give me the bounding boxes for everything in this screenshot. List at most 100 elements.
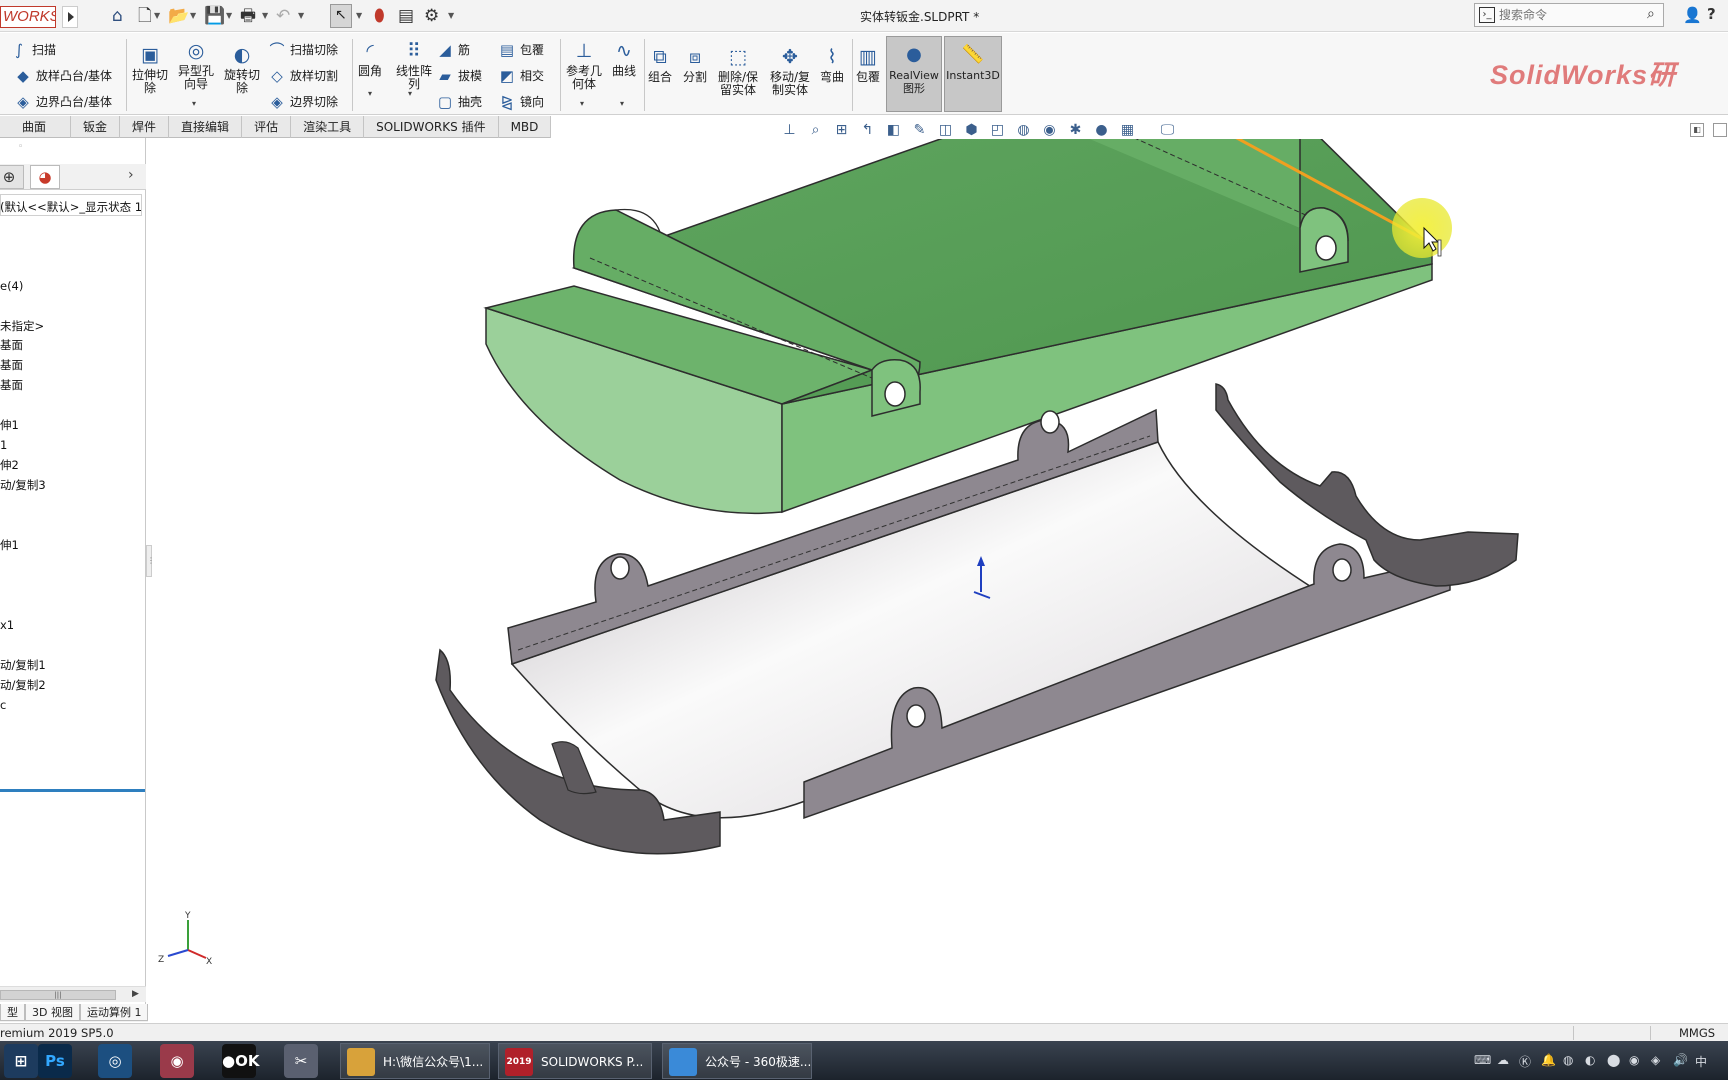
print-dropdown-icon[interactable]: ▼ xyxy=(262,4,268,28)
taskbar-task-button[interactable]: H:\微信公众号\1... xyxy=(340,1043,490,1079)
command-tab[interactable]: 直接编辑 xyxy=(169,116,243,138)
boundary-boss-button[interactable]: ◈ 边界凸台/基体 xyxy=(14,93,112,110)
swept-cut-button[interactable]: ⌒ 扫描切除 xyxy=(268,41,338,58)
scroll-right-arrow-icon[interactable]: ▶ xyxy=(132,989,139,999)
feature-tree-item[interactable]: c xyxy=(0,698,6,712)
open-folder-icon[interactable]: 📂 xyxy=(168,4,189,28)
tray-app-3-icon[interactable]: ◈ xyxy=(1651,1053,1660,1067)
zoom-to-area-icon[interactable]: ⊞ xyxy=(832,121,851,140)
command-tab[interactable]: 曲面 xyxy=(0,116,72,138)
new-dropdown-icon[interactable]: ▼ xyxy=(154,4,160,28)
dimxpert-target-icon[interactable]: ⊕ xyxy=(0,165,24,189)
undo-icon[interactable]: ↶ xyxy=(276,4,290,28)
maximize-viewport-icon[interactable] xyxy=(1713,123,1727,137)
monitor-display-icon[interactable]: 🖵 xyxy=(1158,121,1177,140)
panel-horizontal-scrollbar[interactable]: ||| ▶ xyxy=(0,986,146,1002)
menu-expand-arrow-icon[interactable] xyxy=(62,6,78,28)
open-dropdown-icon[interactable]: ▼ xyxy=(190,4,196,28)
feature-tree-item[interactable]: 基面 xyxy=(0,378,23,392)
new-document-icon[interactable]: 🗋 xyxy=(138,4,152,28)
select-dropdown-icon[interactable]: ▼ xyxy=(356,4,362,28)
search-commands-box[interactable]: ›_ ⌕ xyxy=(1474,3,1664,27)
tray-app-icon[interactable]: Ⓚ xyxy=(1519,1053,1531,1070)
taskbar-task-button[interactable]: 2019 SOLIDWORKS P... xyxy=(498,1043,652,1079)
view-orientation-icon[interactable]: ⊥ xyxy=(780,121,799,140)
feature-tree-item[interactable]: 动/复制1 xyxy=(0,658,46,672)
panel-grip-icon[interactable]: ◦ xyxy=(18,142,23,152)
command-tab[interactable]: 渲染工具 xyxy=(291,116,365,138)
windows-start-icon[interactable]: ⊞ xyxy=(4,1044,38,1078)
restore-viewport-icon[interactable]: ◧ xyxy=(1690,123,1704,137)
display-manager-icon[interactable]: ◕ xyxy=(30,165,60,189)
options-gear-icon[interactable]: ⚙ xyxy=(424,4,439,28)
rollback-bar[interactable] xyxy=(0,789,145,792)
zoom-to-fit-icon[interactable]: ⌕ xyxy=(806,121,825,140)
feature-tree-item[interactable]: 未指定> xyxy=(0,319,44,333)
file-properties-icon[interactable]: ▤ xyxy=(398,4,414,28)
curves-dropdown-icon[interactable]: ▾ xyxy=(620,99,624,108)
security-icon[interactable]: ◍ xyxy=(1563,1053,1573,1067)
view-settings-icon[interactable]: ✱ xyxy=(1066,121,1085,140)
print-icon[interactable]: 🖶 xyxy=(240,4,256,28)
view-cube-icon[interactable]: ◫ xyxy=(936,121,955,140)
solidworks-logo[interactable]: WORKS xyxy=(0,6,56,28)
solid-hole-left[interactable] xyxy=(884,381,906,407)
app-launcher-icon[interactable]: ◉ xyxy=(160,1044,194,1078)
taskbar-task-button[interactable]: 公众号 - 360极速... xyxy=(662,1043,812,1079)
boundary-cut-button[interactable]: ◈ 边界切除 xyxy=(268,93,338,110)
photoshop-icon[interactable]: Ps xyxy=(38,1044,72,1078)
feature-tree-item[interactable]: 动/复制3 xyxy=(0,478,46,492)
hide-show-items-icon[interactable]: ◰ xyxy=(988,121,1007,140)
notification-icon[interactable]: 🔔 xyxy=(1541,1053,1556,1067)
feature-tree-item[interactable]: e(4) xyxy=(0,279,23,293)
search-icon[interactable]: ⌕ xyxy=(1647,6,1655,22)
tray-app-2-icon[interactable]: ◉ xyxy=(1629,1053,1639,1067)
command-tab[interactable]: SOLIDWORKS 插件 xyxy=(364,116,499,138)
configuration-label[interactable]: (默认<<默认>_显示状态 1 xyxy=(0,200,142,214)
search-input[interactable] xyxy=(1499,6,1619,24)
solid-body[interactable] xyxy=(483,139,1433,515)
hole-wizard-dropdown-icon[interactable]: ▾ xyxy=(192,99,196,108)
pattern-dropdown-icon[interactable]: ▾ xyxy=(408,89,412,98)
command-tab[interactable]: MBD xyxy=(499,116,552,138)
reference-geometry-dropdown-icon[interactable]: ▾ xyxy=(580,99,584,108)
intersect-button[interactable]: ◩ 相交 xyxy=(498,67,544,84)
graphics-area[interactable]: Y X Z xyxy=(147,139,1728,1004)
flange-hole-2[interactable] xyxy=(1040,410,1060,434)
revolved-cut-button[interactable]: ◐ 旋转切除 xyxy=(214,45,270,95)
units-indicator[interactable]: MMGS xyxy=(1679,1025,1715,1041)
draft-button[interactable]: ▰ 拔模 xyxy=(436,67,482,84)
wrap-button[interactable]: ▤ 包覆 xyxy=(498,41,544,58)
keyboard-icon[interactable]: ⌨ xyxy=(1474,1053,1491,1067)
rib-button[interactable]: ◢ 筋 xyxy=(436,41,470,58)
bottom-tab[interactable]: 型 xyxy=(0,1004,25,1021)
save-icon[interactable]: 💾 xyxy=(204,4,225,28)
solid-hole-right[interactable] xyxy=(1315,235,1337,261)
previous-view-icon[interactable]: ↰ xyxy=(858,121,877,140)
lofted-cut-button[interactable]: ◇ 放样切割 xyxy=(268,67,338,84)
select-tool-button[interactable]: ↖ xyxy=(330,4,352,28)
volume-icon[interactable]: 🔊 xyxy=(1673,1053,1688,1067)
feature-tree-item[interactable]: 1 xyxy=(0,438,7,452)
loft-button[interactable]: ◆ 放样凸台/基体 xyxy=(14,67,112,84)
sweep-button[interactable]: ∫ 扫描 xyxy=(10,41,56,58)
appearance-sphere-icon[interactable]: ● xyxy=(1092,121,1111,140)
linear-pattern-button[interactable]: ⠿ 线性阵列 xyxy=(386,41,442,91)
delete-keep-body-button[interactable]: ⬚ 删除/保 留实体 xyxy=(708,47,768,97)
tool-launcher-icon[interactable]: ✂ xyxy=(284,1044,318,1078)
command-tab[interactable]: 评估 xyxy=(242,116,292,138)
bottom-tab[interactable]: 3D 视图 xyxy=(25,1004,80,1021)
flange-hole-1[interactable] xyxy=(610,556,630,580)
instant3d-button[interactable]: 📏 Instant3D xyxy=(944,36,1002,112)
fillet-dropdown-icon[interactable]: ▾ xyxy=(368,89,372,98)
apply-scene-icon[interactable]: ◉ xyxy=(1040,121,1059,140)
rebuild-traffic-light-icon[interactable]: ⬮ xyxy=(374,4,385,28)
record-icon[interactable]: ⬤ xyxy=(1607,1053,1620,1067)
command-tab[interactable]: 钣金 xyxy=(71,116,121,138)
help-icon[interactable]: ? xyxy=(1707,5,1716,23)
scene-icon[interactable]: ▦ xyxy=(1118,121,1137,140)
feature-tree-item[interactable]: 基面 xyxy=(0,338,23,352)
feature-tree-item[interactable]: 伸2 xyxy=(0,458,19,472)
feature-tree-item[interactable]: 伸1 xyxy=(0,538,19,552)
mirror-button[interactable]: ⧎ 镜向 xyxy=(498,93,544,110)
